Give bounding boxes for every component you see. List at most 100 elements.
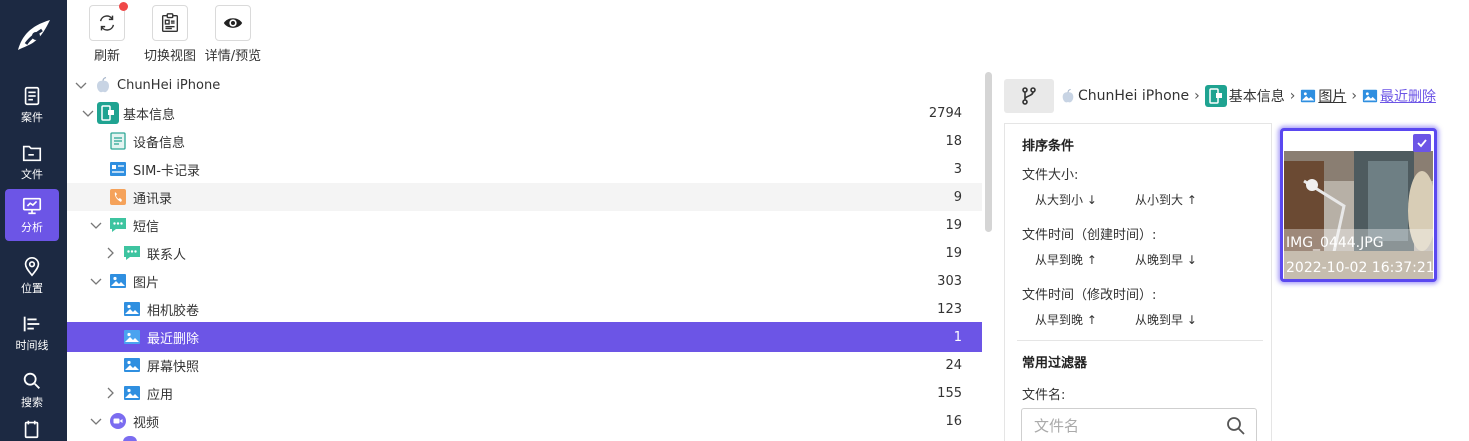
search-icon[interactable] — [1226, 416, 1246, 436]
breadcrumb-basic-info[interactable]: 基本信息 — [1204, 85, 1285, 107]
tree-label: SIM-卡记录 — [133, 163, 200, 179]
tree-row-sim-records[interactable]: SIM-卡记录 3 — [67, 155, 982, 183]
details-preview-button[interactable]: 详情/预览 — [200, 5, 266, 64]
tree-row-camera-roll[interactable]: 相机胶卷 123 — [67, 295, 982, 323]
picture-icon — [1301, 89, 1316, 103]
breadcrumb-device-label: ChunHei iPhone — [1078, 88, 1190, 104]
chevron-down-icon[interactable] — [89, 414, 103, 428]
nav-item-files[interactable]: 文件 — [5, 136, 59, 188]
arrow-down-icon: ↓ — [1186, 253, 1197, 267]
breadcrumb-pictures[interactable]: 图片 — [1300, 86, 1346, 106]
tree-label: 短信 — [133, 219, 160, 235]
apple-icon — [1062, 88, 1074, 103]
tree-label: 应用 — [147, 387, 174, 403]
branch-icon — [1022, 87, 1036, 105]
location-pin-icon — [24, 257, 40, 277]
sort-title: 排序条件 — [1022, 139, 1075, 154]
tree-label: ChunHei iPhone — [117, 77, 221, 93]
monitor-chart-icon — [22, 197, 42, 215]
tree-row-sms-contacts[interactable]: 联系人 19 — [67, 239, 982, 267]
nav-item-label: 案件 — [21, 111, 43, 124]
tree-row-device-info[interactable]: 设备信息 18 — [67, 127, 982, 155]
tree-row-device[interactable]: ChunHei iPhone — [67, 71, 982, 99]
tree-row-screenshots[interactable]: 屏幕快照 24 — [67, 351, 982, 379]
divider — [1017, 340, 1263, 341]
tree-count: 303 — [937, 273, 962, 289]
breadcrumb-basic-label: 基本信息 — [1228, 89, 1285, 105]
breadcrumb-separator: › — [1194, 88, 1200, 104]
chevron-down-icon[interactable] — [74, 78, 88, 92]
tree-row-pictures[interactable]: 图片 303 — [67, 267, 982, 295]
basic-info-icon — [97, 102, 119, 124]
clipboard-icon — [24, 86, 40, 106]
tree-row-apps[interactable]: 应用 155 — [67, 379, 982, 407]
refresh-button[interactable]: 刷新 — [74, 2, 140, 64]
chevron-down-icon[interactable] — [89, 274, 103, 288]
switch-view-button[interactable]: 切换视图 — [137, 5, 203, 64]
nav-item-search[interactable]: 搜索 — [5, 364, 59, 416]
tree-row-contacts-book[interactable]: 通讯录 9 — [67, 183, 982, 211]
arrow-up-icon: ↑ — [1086, 253, 1097, 267]
sort-modified-desc-label: 从晚到早 — [1135, 313, 1184, 327]
tree-count: 9 — [953, 189, 962, 205]
tree-row-basic-info[interactable]: 基本信息 2794 — [67, 99, 982, 127]
breadcrumb-separator: › — [1289, 88, 1296, 104]
tree-count: 18 — [945, 133, 962, 149]
app-window: 案件 文件 分析 位置 时间线 搜索 刷新 切换视图 详情/预览 ChunHei… — [0, 0, 1469, 441]
nav-item-label: 时间线 — [15, 339, 49, 352]
thumbnail-checkbox[interactable] — [1413, 134, 1431, 152]
eye-icon — [223, 18, 243, 28]
branch-toggle-button[interactable] — [1004, 79, 1054, 113]
filename-search-box — [1021, 408, 1257, 441]
sort-created-asc-button[interactable]: 从早到晚 ↑ — [1035, 251, 1097, 268]
tree-count: 16 — [945, 413, 962, 429]
tree-label: 设备信息 — [133, 135, 186, 151]
chevron-right-icon[interactable] — [103, 246, 117, 260]
tree-label: 视频 — [133, 415, 160, 431]
filename-label: 文件名: — [1022, 388, 1066, 403]
sort-modified-desc-button[interactable]: 从晚到早 ↓ — [1135, 311, 1197, 328]
tree-label: 最近删除 — [147, 331, 200, 347]
tree-scrollbar[interactable] — [985, 72, 992, 232]
chevron-down-icon[interactable] — [89, 218, 103, 232]
tree-count: 123 — [937, 301, 962, 317]
nav-item-location[interactable]: 位置 — [5, 250, 59, 302]
picture-icon — [109, 272, 127, 290]
chevron-right-icon[interactable] — [103, 386, 117, 400]
video-icon — [109, 412, 127, 430]
modified-time-label: 文件时间（修改时间）: — [1022, 288, 1157, 303]
created-time-label: 文件时间（创建时间）: — [1022, 228, 1157, 243]
app-logo-icon — [18, 20, 50, 50]
sim-card-icon — [109, 160, 127, 178]
refresh-label: 刷新 — [93, 49, 120, 64]
video-sub-icon — [123, 436, 137, 441]
chevron-down-icon[interactable] — [81, 106, 95, 120]
category-tree: ChunHei iPhone 基本信息 2794 设备信息 18 SIM-卡记录… — [67, 70, 982, 441]
sort-modified-asc-button[interactable]: 从早到晚 ↑ — [1035, 311, 1097, 328]
message-icon — [123, 244, 141, 262]
tree-row-recently-deleted[interactable]: 最近删除 1 — [67, 322, 982, 352]
sort-size-asc-button[interactable]: 从小到大 ↑ — [1135, 191, 1197, 208]
sort-created-desc-button[interactable]: 从晚到早 ↓ — [1135, 251, 1197, 268]
nav-item-label: 文件 — [21, 168, 43, 181]
nav-item-label: 分析 — [21, 221, 43, 234]
switch-view-label: 切换视图 — [143, 49, 196, 64]
arrow-down-icon: ↓ — [1186, 313, 1197, 327]
breadcrumb-device[interactable]: ChunHei iPhone — [1060, 88, 1189, 104]
message-icon — [109, 216, 127, 234]
sort-size-desc-button[interactable]: 从大到小 ↓ — [1035, 191, 1097, 208]
nav-item-analysis[interactable]: 分析 — [5, 189, 59, 241]
breadcrumb: ChunHei iPhone › 基本信息 › 图片 › 最近删除 — [1060, 85, 1436, 107]
breadcrumb-separator: › — [1351, 88, 1357, 104]
refresh-icon — [99, 15, 115, 31]
nav-item-timeline[interactable]: 时间线 — [5, 307, 59, 359]
nav-item-cases[interactable]: 案件 — [5, 79, 59, 131]
image-thumbnail-card[interactable]: IMG_0444.JPG 2022-10-02 16:37:21 — [1280, 128, 1437, 282]
filename-input[interactable] — [1022, 409, 1212, 441]
phone-book-icon — [109, 188, 127, 206]
breadcrumb-recently-deleted[interactable]: 最近删除 — [1362, 86, 1436, 106]
tree-row-sms[interactable]: 短信 19 — [67, 211, 982, 239]
sort-created-desc-label: 从晚到早 — [1135, 253, 1184, 267]
nav-item-more[interactable] — [5, 418, 59, 441]
tree-row-video[interactable]: 视频 16 — [67, 407, 982, 435]
